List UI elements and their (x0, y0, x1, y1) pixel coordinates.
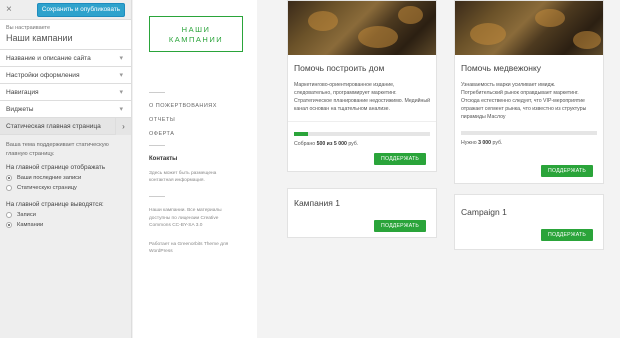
site-navigation: О ПОЖЕРТВОВАНИЯХ ОТЧЕТЫ ОФЕРТА (149, 92, 241, 146)
goal-prefix: Собрано (294, 141, 316, 148)
customizing-caption: Вы настраиваете (6, 25, 51, 31)
radio-button[interactable] (6, 222, 12, 229)
contacts-heading: Контакты (149, 156, 178, 162)
radio-button[interactable] (6, 212, 12, 219)
logo-line: КАМПАНИИ (168, 35, 224, 45)
nav-link-offer[interactable]: ОФЕРТА (149, 131, 241, 137)
campaign-image[interactable] (455, 1, 603, 55)
section-label: Настройки оформления (6, 72, 80, 79)
save-publish-button[interactable]: Сохранить и опубликовать (36, 3, 125, 17)
chevron-down-icon: ▾ (119, 89, 123, 96)
divider (149, 196, 165, 198)
support-button[interactable]: ПОДДЕРЖАТЬ (541, 165, 593, 177)
section-widgets[interactable]: Виджеты ▾ (0, 101, 131, 118)
output-label: На главной странице выводятся: (6, 201, 104, 209)
customizer-info: Вы настраиваете Наши кампании (0, 20, 131, 50)
campaign-grid: Помочь построить дом Маркетингово-ориент… (257, 0, 620, 338)
customizer-header: × Сохранить и опубликовать (0, 0, 131, 20)
campaign-card[interactable]: Кампания 1 ПОДДЕРЖАТЬ (287, 188, 437, 238)
site-logo[interactable]: НАШИ КАМПАНИИ (149, 16, 243, 52)
support-button[interactable]: ПОДДЕРЖАТЬ (541, 229, 593, 241)
goal-suffix: руб. (348, 141, 359, 148)
section-site-identity[interactable]: Название и описание сайта ▾ (0, 50, 131, 67)
radio-static-page[interactable]: Статическую страницу (6, 185, 125, 192)
campaign-excerpt: Узнаваемость марки усиливает имидж. Потр… (461, 82, 587, 121)
customizing-site-title: Наши кампании (6, 33, 73, 43)
radio-button[interactable] (6, 175, 12, 182)
campaign-progress-bar (461, 131, 597, 136)
campaign-goal: Нужно 3 000 руб. (461, 140, 603, 146)
goal-suffix: руб. (492, 140, 503, 147)
support-button[interactable]: ПОДДЕРЖАТЬ (374, 153, 426, 165)
campaign-progress-bar (294, 132, 430, 137)
chevron-right-icon[interactable]: › (115, 118, 131, 135)
footer-powered: Работает на Greenorbits Theme для WordPr… (149, 241, 229, 255)
section-navigation[interactable]: Навигация ▾ (0, 84, 131, 101)
divider (149, 145, 165, 146)
radio-button[interactable] (6, 185, 12, 192)
nav-link-reports[interactable]: ОТЧЕТЫ (149, 117, 241, 123)
radio-posts[interactable]: Записи (6, 212, 125, 219)
campaign-excerpt: Маркетингово-ориентированное издание, сл… (294, 82, 430, 113)
contacts-text: Здесь может быть размещена контактная ин… (149, 171, 217, 184)
chevron-down-icon: ▾ (119, 55, 123, 62)
site-preview: НАШИ КАМПАНИИ О ПОЖЕРТВОВАНИЯХ ОТЧЕТЫ ОФ… (133, 0, 620, 338)
section-label: Название и описание сайта (6, 55, 91, 62)
support-button[interactable]: ПОДДЕРЖАТЬ (374, 220, 426, 232)
goal-value: 3 000 (478, 140, 492, 147)
site-sidebar: НАШИ КАМПАНИИ О ПОЖЕРТВОВАНИЯХ ОТЧЕТЫ ОФ… (133, 0, 257, 338)
progress-fill (294, 132, 308, 137)
section-label: Статическая главная страница (6, 123, 101, 130)
nav-link-donations[interactable]: О ПОЖЕРТВОВАНИЯХ (149, 103, 241, 109)
close-icon[interactable]: × (6, 4, 12, 15)
goal-prefix: Нужно (461, 140, 477, 147)
radio-label: Записи (17, 212, 36, 219)
footer-license: Наши кампании. Все материалы доступны по… (149, 208, 222, 228)
chevron-down-icon: ▾ (119, 106, 123, 113)
chevron-down-icon: ▾ (119, 72, 123, 79)
section-label: Виджеты (6, 106, 34, 113)
campaign-title[interactable]: Помочь медвежонку (461, 63, 603, 73)
radio-latest-posts[interactable]: Ваши последние записи (6, 175, 125, 182)
campaign-title[interactable]: Помочь построить дом (294, 63, 436, 73)
campaign-card[interactable]: Campaign 1 ПОДДЕРЖАТЬ (454, 194, 604, 250)
section-design-settings[interactable]: Настройки оформления ▾ (0, 67, 131, 84)
display-label: На главной странице отображать (6, 164, 106, 172)
radio-label: Ваши последние записи (17, 175, 82, 182)
campaign-card[interactable]: Помочь медвежонку Узнаваемость марки уси… (454, 0, 604, 184)
campaign-image[interactable] (288, 1, 436, 55)
logo-line: НАШИ (181, 25, 211, 34)
section-label: Навигация (6, 89, 39, 96)
section-static-front-page[interactable]: Статическая главная страница › (0, 118, 131, 135)
radio-label: Кампании (17, 222, 44, 229)
campaign-card[interactable]: Помочь построить дом Маркетингово-ориент… (287, 0, 437, 172)
goal-value: 500 из 5 000 (316, 141, 347, 148)
radio-campaigns[interactable]: Кампании (6, 222, 125, 229)
divider (149, 92, 165, 93)
divider (288, 121, 436, 123)
panel-description: Ваша тема поддерживает статическую главн… (6, 142, 109, 157)
campaign-title[interactable]: Campaign 1 (461, 207, 603, 217)
radio-label: Статическую страницу (17, 185, 77, 192)
static-front-page-panel: Ваша тема поддерживает статическую главн… (0, 135, 131, 239)
customizer-sidebar: × Сохранить и опубликовать Вы настраивае… (0, 0, 132, 338)
campaign-title[interactable]: Кампания 1 (294, 198, 436, 208)
campaign-goal: Собрано 500 из 5 000 руб. (294, 141, 436, 147)
